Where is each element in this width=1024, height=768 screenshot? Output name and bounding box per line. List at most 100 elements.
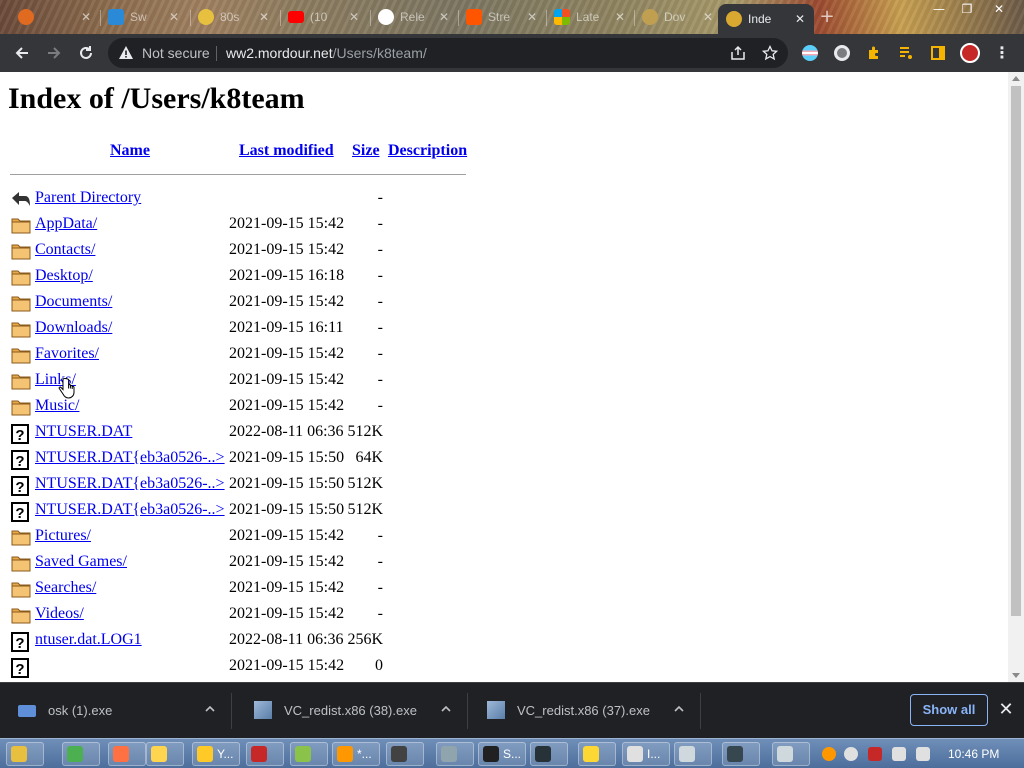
tab-7[interactable]: Dov ✕ xyxy=(634,4,722,30)
volume-icon[interactable] xyxy=(916,747,930,761)
column-header-size[interactable]: Size xyxy=(352,142,380,160)
share-button[interactable] xyxy=(726,41,750,65)
folder-icon xyxy=(11,268,31,288)
tab-active-index[interactable]: Inde ✕ xyxy=(718,4,814,34)
search-tray-icon[interactable] xyxy=(822,747,836,761)
new-tab-button[interactable]: + xyxy=(818,8,836,26)
media-button[interactable] xyxy=(894,41,918,65)
tab-1[interactable]: Sw ✕ xyxy=(100,4,188,30)
window-close-button[interactable]: ✕ xyxy=(984,0,1014,22)
download-item[interactable]: VC_redist.x86 (37).exe xyxy=(469,683,701,739)
forward-button[interactable] xyxy=(42,41,66,65)
file-link[interactable]: Documents/ xyxy=(35,293,112,311)
file-link[interactable]: Desktop/ xyxy=(35,267,93,285)
close-icon[interactable]: ✕ xyxy=(526,10,538,24)
file-link[interactable]: NTUSER.DAT{eb3a0526-..> xyxy=(35,449,225,467)
chevron-up-icon[interactable] xyxy=(673,703,685,715)
menu-button[interactable]: ⋮ xyxy=(990,41,1014,65)
app-icon xyxy=(251,746,267,762)
close-download-shelf-button[interactable]: ✕ xyxy=(996,700,1016,720)
close-icon[interactable]: ✕ xyxy=(794,12,806,26)
file-link[interactable]: NTUSER.DAT{eb3a0526-..> xyxy=(35,501,225,519)
file-link[interactable]: Downloads/ xyxy=(35,319,112,337)
tray-icon[interactable] xyxy=(844,747,858,761)
file-link[interactable]: AppData/ xyxy=(35,215,97,233)
warning-icon[interactable] xyxy=(118,45,134,61)
extensions-button[interactable] xyxy=(862,41,886,65)
taskbar-button[interactable] xyxy=(436,742,474,766)
taskbar-button[interactable] xyxy=(6,742,44,766)
chevron-up-icon[interactable] xyxy=(440,703,452,715)
taskbar-button[interactable]: Y... xyxy=(192,742,240,766)
column-header-last-modified[interactable]: Last modified xyxy=(239,142,334,160)
taskbar-button[interactable] xyxy=(578,742,616,766)
network-icon[interactable] xyxy=(892,747,906,761)
chevron-up-icon[interactable] xyxy=(204,703,216,715)
taskbar-button[interactable]: S... xyxy=(478,742,526,766)
tab-5[interactable]: Stre ✕ xyxy=(458,4,546,30)
file-link[interactable]: Saved Games/ xyxy=(35,553,127,571)
scrollbar-thumb[interactable] xyxy=(1011,86,1021,616)
clock[interactable]: 10:46 PM xyxy=(948,747,999,761)
column-header-description[interactable]: Description xyxy=(388,142,467,160)
side-panel-button[interactable] xyxy=(926,41,950,65)
bookmark-button[interactable] xyxy=(758,41,782,65)
close-icon[interactable]: ✕ xyxy=(614,10,626,24)
network-error-icon[interactable] xyxy=(868,747,882,761)
file-link[interactable]: ntuser.dat.LOG1 xyxy=(35,631,142,649)
taskbar-button[interactable] xyxy=(62,742,100,766)
close-icon[interactable]: ✕ xyxy=(168,10,180,24)
close-icon[interactable]: ✕ xyxy=(80,10,92,24)
taskbar-button[interactable] xyxy=(386,742,424,766)
taskbar-button[interactable] xyxy=(146,742,184,766)
reload-button[interactable] xyxy=(74,41,98,65)
address-bar[interactable]: Not secure ww2.mordour.net/Users/k8team/ xyxy=(108,38,788,68)
profile-button[interactable] xyxy=(958,41,982,65)
column-header-name[interactable]: Name xyxy=(110,142,150,160)
scroll-up-icon[interactable] xyxy=(1012,76,1020,81)
tab-2[interactable]: 80s ✕ xyxy=(190,4,278,30)
vertical-scrollbar[interactable] xyxy=(1008,72,1024,682)
file-link[interactable]: Videos/ xyxy=(35,605,84,623)
file-link[interactable]: Favorites/ xyxy=(35,345,99,363)
show-all-button[interactable]: Show all xyxy=(910,694,988,726)
download-item[interactable]: osk (1).exe xyxy=(0,683,232,739)
file-link[interactable]: Contacts/ xyxy=(35,241,95,259)
file-link[interactable]: NTUSER.DAT{eb3a0526-..> xyxy=(35,475,225,493)
file-link[interactable]: Parent Directory xyxy=(35,189,141,207)
taskbar-button[interactable] xyxy=(290,742,328,766)
taskbar-button[interactable] xyxy=(246,742,284,766)
scroll-down-icon[interactable] xyxy=(1012,673,1020,678)
tab-favicon xyxy=(642,9,658,25)
svg-text:?: ? xyxy=(15,635,24,652)
close-icon[interactable]: ✕ xyxy=(348,10,360,24)
restore-button[interactable]: ❐ xyxy=(952,0,982,22)
file-link[interactable]: NTUSER.DAT xyxy=(35,423,132,441)
security-label[interactable]: Not secure xyxy=(142,45,210,61)
taskbar-button[interactable] xyxy=(722,742,760,766)
tab-0[interactable]: ✕ xyxy=(10,4,100,30)
url-text[interactable]: ww2.mordour.net/Users/k8team/ xyxy=(226,45,427,61)
download-item[interactable]: VC_redist.x86 (38).exe xyxy=(236,683,468,739)
back-button[interactable] xyxy=(10,41,34,65)
taskbar-button[interactable]: *... xyxy=(332,742,380,766)
microsoft-icon xyxy=(554,9,570,25)
extension-button[interactable] xyxy=(830,41,854,65)
tab-4[interactable]: Rele ✕ xyxy=(370,4,458,30)
taskbar-button[interactable] xyxy=(108,742,146,766)
close-icon[interactable]: ✕ xyxy=(702,10,714,24)
close-icon[interactable]: ✕ xyxy=(258,10,270,24)
taskbar-button[interactable] xyxy=(530,742,568,766)
app-icon xyxy=(295,746,311,762)
file-link[interactable]: Searches/ xyxy=(35,579,96,597)
tab-title: Late xyxy=(576,10,600,24)
extension-button[interactable] xyxy=(798,41,822,65)
taskbar-button[interactable] xyxy=(772,742,810,766)
tab-3[interactable]: (10 ✕ xyxy=(280,4,368,30)
taskbar-button[interactable]: I... xyxy=(622,742,670,766)
close-icon[interactable]: ✕ xyxy=(438,10,450,24)
tab-6[interactable]: Late ✕ xyxy=(546,4,634,30)
taskbar-button[interactable] xyxy=(674,742,712,766)
minimize-button[interactable]: — xyxy=(924,0,954,22)
file-link[interactable]: Pictures/ xyxy=(35,527,91,545)
